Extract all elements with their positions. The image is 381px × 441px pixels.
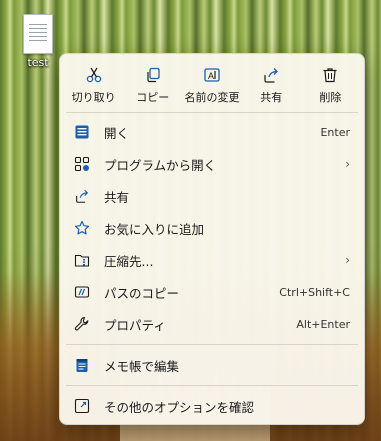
menu-item-shortcut: Enter — [320, 125, 350, 139]
svg-text:A: A — [208, 71, 214, 81]
open-with-icon — [74, 154, 96, 174]
delete-button[interactable]: 削除 — [301, 62, 360, 112]
trash-icon — [301, 62, 360, 88]
chevron-right-icon: › — [345, 253, 350, 267]
chevron-right-icon: › — [345, 157, 350, 171]
menu-item-more-options[interactable]: その他のオプションを確認 — [60, 390, 364, 422]
menu-item-label: パスのコピー — [104, 285, 180, 301]
more-options-icon — [74, 396, 96, 416]
star-icon — [74, 218, 96, 238]
share-icon — [74, 186, 96, 206]
share-button[interactable]: 共有 — [242, 62, 301, 112]
menu-divider — [66, 344, 358, 345]
rename-label: 名前の変更 — [184, 91, 240, 104]
copy-label: コピー — [136, 91, 170, 104]
menu-item-label: 開く — [104, 125, 130, 141]
notepad-icon — [74, 355, 96, 375]
scissors-icon — [64, 62, 123, 88]
rename-icon: A — [182, 62, 241, 88]
menu-item-copy-path[interactable]: パスのコピー Ctrl+Shift+C — [60, 276, 364, 308]
menu-item-add-favorites[interactable]: お気に入りに追加 — [60, 212, 364, 244]
zip-folder-icon — [74, 250, 96, 270]
menu-item-share[interactable]: 共有 — [60, 180, 364, 212]
copy-button[interactable]: コピー — [123, 62, 182, 112]
menu-item-label: プロパティ — [104, 317, 166, 333]
menu-item-label: お気に入りに追加 — [104, 221, 205, 237]
delete-label: 削除 — [319, 91, 342, 104]
share-icon — [242, 62, 301, 88]
menu-item-compress[interactable]: 圧縮先... › — [60, 244, 364, 276]
menu-item-label: メモ帳で編集 — [104, 358, 180, 374]
menu-item-shortcut: Alt+Enter — [296, 317, 350, 331]
text-file-icon — [23, 14, 53, 54]
desktop-file-test[interactable]: test — [18, 14, 58, 69]
menu-item-open-with[interactable]: プログラムから開く › — [60, 148, 364, 180]
menu-item-label: 共有 — [104, 189, 130, 205]
context-menu: 切り取り コピー A 名前の変更 共有 削除 開く Enter プログラムから開… — [59, 53, 365, 425]
copy-icon — [123, 62, 182, 88]
wrench-icon — [74, 314, 96, 334]
menu-item-properties[interactable]: プロパティ Alt+Enter — [60, 308, 364, 340]
rename-button[interactable]: A 名前の変更 — [182, 62, 241, 112]
desktop-file-label: test — [27, 56, 49, 69]
menu-item-shortcut: Ctrl+Shift+C — [279, 285, 350, 299]
menu-item-label: その他のオプションを確認 — [104, 399, 255, 415]
share-label: 共有 — [260, 91, 283, 104]
menu-item-edit-notepad[interactable]: メモ帳で編集 — [60, 349, 364, 381]
open-icon — [74, 122, 96, 142]
path-copy-icon — [74, 282, 96, 302]
cut-button[interactable]: 切り取り — [64, 62, 123, 112]
menu-divider — [66, 385, 358, 386]
quick-actions-bar: 切り取り コピー A 名前の変更 共有 削除 — [60, 54, 364, 112]
menu-item-label: プログラムから開く — [104, 157, 217, 173]
menu-item-label: 圧縮先... — [104, 253, 154, 269]
menu-item-open[interactable]: 開く Enter — [60, 116, 364, 148]
cut-label: 切り取り — [71, 91, 116, 104]
